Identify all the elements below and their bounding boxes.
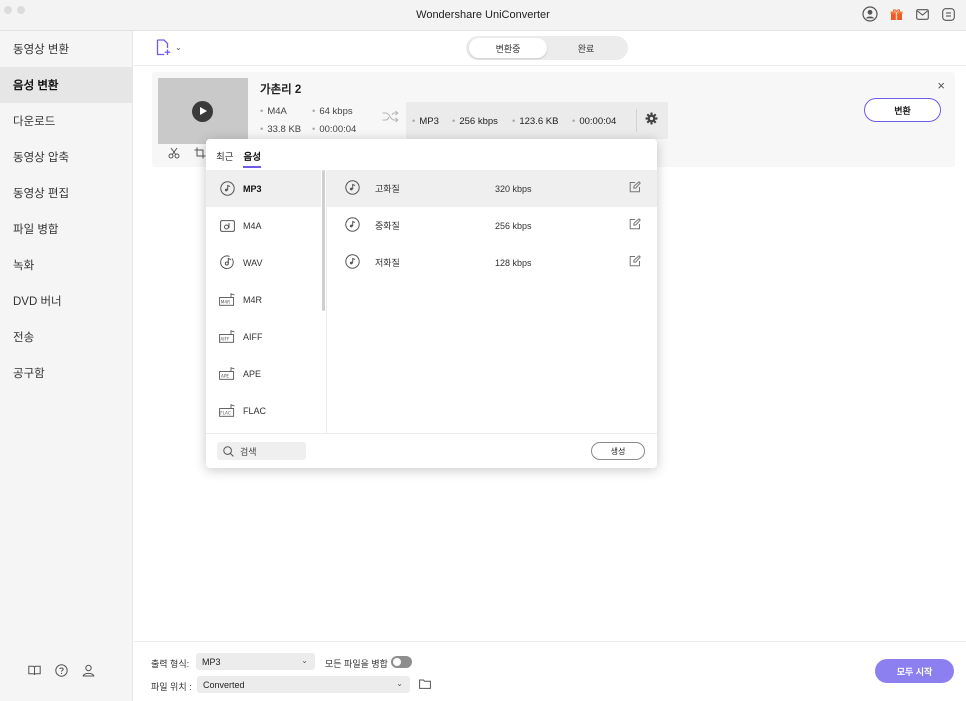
play-icon[interactable] [192,101,213,122]
merge-label: 모든 파일을 병합 [325,659,388,669]
format-item-wav[interactable]: WAV [206,244,321,281]
source-bitrate: • 64 kbps [312,106,353,117]
mail-icon[interactable] [914,6,930,22]
chevron-down-icon: ⌄ [301,656,308,665]
search-icon [223,445,234,457]
format-item-flac[interactable]: FLAC FLAC [206,392,321,429]
title-bar: Wondershare UniConverter [0,0,966,31]
wav-icon [219,254,236,271]
m4a-icon [219,217,236,234]
sidebar-item-video-edit[interactable]: 동영상 편집 [0,175,133,211]
tab-finished[interactable]: 완료 [547,38,625,58]
sidebar-item-download[interactable]: 다운로드 [0,103,133,139]
chevron-down-icon: ⌄ [396,679,403,688]
quality-item-low[interactable]: 저화질 128 kbps [327,244,657,281]
file-location-select[interactable]: Converted ⌄ [197,676,410,693]
account-icon[interactable] [862,6,878,22]
tab-recent[interactable]: 최근 [216,149,233,168]
add-file-button[interactable]: ⌄ [156,39,182,56]
sidebar-item-toolbox[interactable]: 공구함 [0,355,133,391]
target-size: • 123.6 KB [512,116,559,127]
sidebar-item-video-compress[interactable]: 동영상 압축 [0,139,133,175]
create-button[interactable]: 생성 [591,442,645,460]
file-location-label: 파일 위치 : [151,682,192,692]
feedback-icon[interactable] [940,6,956,22]
sidebar-item-transfer[interactable]: 전송 [0,319,133,355]
svg-text:AIFF: AIFF [220,337,230,342]
format-item-mp3[interactable]: MP3 [206,170,321,207]
sidebar-item-dvd-burner[interactable]: DVD 버너 [0,283,133,319]
source-format: • M4A [260,106,287,117]
quality-item-medium[interactable]: 중화질 256 kbps [327,207,657,244]
shuffle-icon [382,110,399,127]
format-item-ape[interactable]: APE APE [206,355,321,392]
source-duration: • 00:00:04 [312,124,357,135]
target-duration: • 00:00:04 [572,116,617,127]
format-item-aiff[interactable]: AIFF AIFF [206,318,321,355]
svg-text:M4R: M4R [221,300,230,305]
chevron-down-icon: ⌄ [175,43,182,52]
mp3-icon [219,180,236,197]
start-all-button[interactable]: 모두 시작 [875,659,954,683]
window-title: Wondershare UniConverter [416,9,550,21]
help-icon[interactable] [55,664,68,680]
divider [636,109,637,132]
edit-icon[interactable] [629,218,641,232]
tab-audio[interactable]: 음성 [243,149,261,168]
format-dropdown: 최근 음성 MP3 M4A WAV M4R M4R AIFF AIFF APE … [206,139,657,468]
toolbar: ⌄ 변환중 완료 [134,31,966,66]
merge-toggle[interactable] [391,656,412,668]
bottom-bar: 출력 형식: MP3 ⌄ 모든 파일을 병합 파일 위치 : Converted… [134,641,966,701]
close-icon[interactable]: × [937,78,945,93]
format-list-scrollbar[interactable] [322,170,325,311]
svg-text:APE: APE [221,374,229,379]
crop-icon[interactable] [194,147,206,162]
convert-button[interactable]: 변환 [864,98,941,122]
output-settings[interactable]: • MP3 • 256 kbps • 123.6 KB • 00:00:04 [406,102,668,139]
add-file-icon [156,39,171,56]
source-size: • 33.8 KB [260,124,302,135]
format-item-m4r[interactable]: M4R M4R [206,281,321,318]
audio-disc-icon [345,217,360,234]
gear-icon[interactable] [645,112,658,128]
book-icon[interactable] [28,665,41,679]
target-bitrate: • 256 kbps [452,116,498,127]
account-icon[interactable] [82,664,95,680]
audio-disc-icon [345,254,360,271]
sidebar: 동영상 변환 음성 변환 다운로드 동영상 압축 동영상 편집 파일 병합 녹화… [0,31,133,701]
search-input[interactable]: 검색 [217,442,306,460]
format-dropdown-footer: 검색 생성 [206,433,657,468]
m4r-icon: M4R [219,291,236,308]
target-format: • MP3 [412,116,439,127]
svg-text:FLAC: FLAC [220,411,231,416]
folder-icon[interactable] [419,678,431,692]
edit-icon[interactable] [629,255,641,269]
file-name: 가촌리 2 [260,84,302,96]
aiff-icon: AIFF [219,328,236,345]
quality-item-high[interactable]: 고화질 320 kbps [327,170,657,207]
edit-icon[interactable] [629,181,641,195]
sidebar-item-record[interactable]: 녹화 [0,247,133,283]
flac-icon: FLAC [219,402,236,419]
audio-disc-icon [345,180,360,197]
gift-icon[interactable] [888,6,904,22]
output-format-select[interactable]: MP3 ⌄ [196,653,315,670]
sidebar-item-audio-convert[interactable]: 음성 변환 [0,67,133,103]
file-thumbnail[interactable] [158,78,248,144]
sidebar-item-video-convert[interactable]: 동영상 변환 [0,31,133,67]
trim-icon[interactable] [168,147,180,162]
ape-icon: APE [219,365,236,382]
tab-converting[interactable]: 변환중 [469,38,547,58]
status-segmented-control: 변환중 완료 [466,36,628,60]
format-item-m4a[interactable]: M4A [206,207,321,244]
output-format-label: 출력 형식: [151,659,190,669]
sidebar-item-file-merge[interactable]: 파일 병합 [0,211,133,247]
